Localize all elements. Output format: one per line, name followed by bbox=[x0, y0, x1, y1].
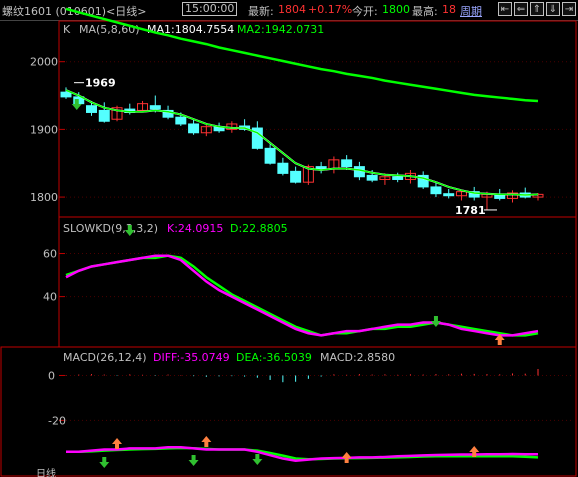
sell-arrow-icon bbox=[99, 457, 110, 468]
sell-arrow-icon bbox=[430, 316, 441, 327]
price-high-label: 1969 bbox=[85, 77, 116, 90]
kd-d-line bbox=[65, 254, 539, 337]
sell-arrow-icon bbox=[188, 455, 199, 466]
kd-legend-k: K:24.0915 bbox=[167, 222, 223, 235]
macd-legend-dea: DEA:-36.5039 bbox=[236, 351, 312, 364]
candle-body bbox=[392, 176, 404, 180]
candle-body bbox=[430, 186, 442, 195]
macd-y-tick-label: -20 bbox=[48, 414, 66, 427]
price-y-tick-label: 2000 bbox=[30, 56, 58, 69]
macd-legend-diff: DIFF:-35.0749 bbox=[153, 351, 230, 364]
footer-label: 日线 bbox=[36, 467, 56, 477]
kd-k-line bbox=[65, 254, 539, 337]
ma1-line bbox=[65, 89, 539, 197]
candle-body bbox=[175, 116, 187, 125]
kd-y-tick-label: 40 bbox=[43, 291, 57, 304]
macd-legend-macd: MACD:2.8580 bbox=[320, 351, 395, 364]
buy-arrow-icon bbox=[201, 436, 212, 447]
macd-y-tick-label: 0 bbox=[48, 369, 55, 382]
kd-legend-name: SLOWKD(9,3,3,2) bbox=[63, 222, 158, 235]
candle-body bbox=[341, 159, 353, 168]
candle-body bbox=[60, 91, 72, 98]
candle-body bbox=[277, 162, 289, 174]
price-low-label: 1781 bbox=[455, 204, 486, 217]
candle-body bbox=[149, 105, 161, 110]
kd-y-tick-label: 60 bbox=[43, 248, 57, 261]
chart-canvas[interactable]: K MA(5,8,60) MA1:1804.7554 MA2:1942.0731… bbox=[0, 0, 578, 477]
price-panel-frame bbox=[58, 20, 577, 218]
candle-body bbox=[290, 170, 302, 183]
sell-arrow-icon bbox=[252, 454, 263, 465]
buy-arrow-icon bbox=[341, 452, 352, 463]
price-legend-ma2: MA2:1942.0731 bbox=[237, 23, 324, 36]
kd-panel-frame bbox=[58, 216, 577, 348]
candle-body bbox=[443, 193, 455, 197]
price-y-tick-label: 1900 bbox=[30, 123, 58, 136]
candle-body bbox=[86, 105, 98, 113]
candle-body bbox=[366, 174, 378, 181]
candle-body bbox=[98, 109, 110, 122]
candle-body bbox=[264, 147, 276, 164]
price-legend-k: K bbox=[63, 23, 71, 36]
candle-body bbox=[188, 123, 200, 134]
ma1-overlay-line bbox=[65, 89, 539, 196]
macd-legend-name: MACD(26,12,4) bbox=[63, 351, 147, 364]
kd-legend-d: D:22.8805 bbox=[230, 222, 288, 235]
price-y-tick-label: 1800 bbox=[30, 191, 58, 204]
buy-arrow-icon bbox=[112, 438, 123, 449]
